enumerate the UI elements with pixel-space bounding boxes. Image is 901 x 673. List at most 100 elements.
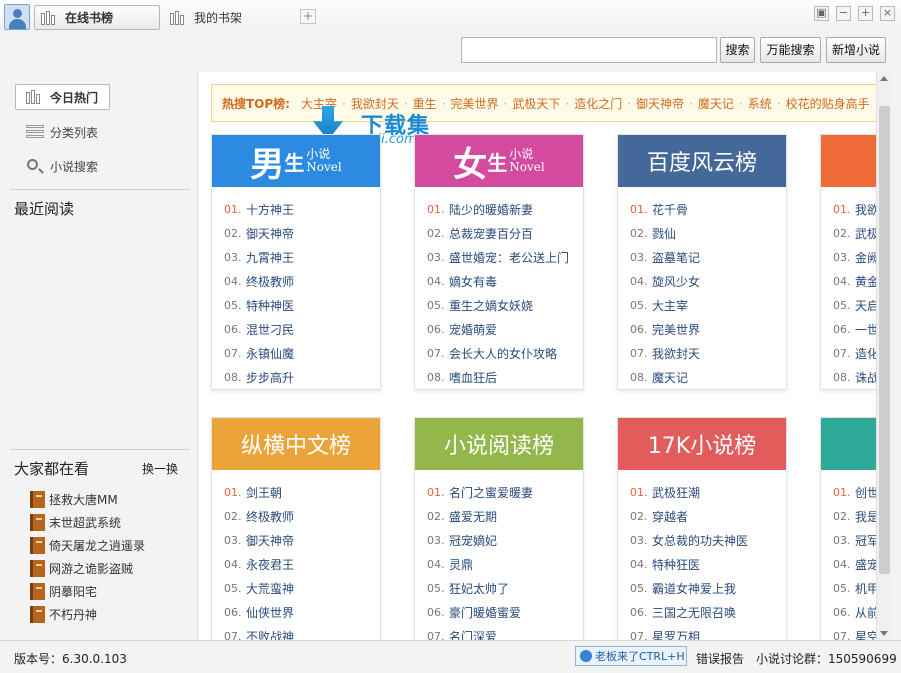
search-button[interactable]: 搜索 <box>720 37 755 63</box>
novel-search-link[interactable]: 小说搜索 <box>26 156 98 176</box>
list-item[interactable]: 07. 会长大人的女仆攻略 <box>427 341 583 365</box>
list-item[interactable]: 03. 九霄神王 <box>224 245 380 269</box>
list-item[interactable]: 06. 宠婚萌爱 <box>427 317 583 341</box>
list-item[interactable]: 01. 陆少的暖婚新妻 <box>427 197 583 221</box>
book-title-link[interactable]: 名门之蜜爱暖妻 <box>449 484 533 501</box>
scroll-down-icon[interactable] <box>880 631 888 636</box>
tab-online-rank[interactable]: 在线书榜 <box>34 5 160 30</box>
maximize-button[interactable]: + <box>858 6 873 21</box>
user-avatar[interactable] <box>4 4 30 30</box>
book-title-link[interactable]: 嫡女有毒 <box>449 273 497 290</box>
list-item[interactable]: 倚天屠龙之逍遥录 <box>30 535 145 555</box>
list-item[interactable]: 05. 特种神医 <box>224 293 380 317</box>
book-title-link[interactable]: 总裁宠妻百分百 <box>449 225 533 242</box>
today-hot-button[interactable]: 今日热门 <box>15 84 110 110</box>
list-item[interactable]: 08. 嗜血狂后 <box>427 365 583 389</box>
list-item[interactable]: 05. 天启 <box>833 293 876 317</box>
list-item[interactable]: 04. 特种狂医 <box>630 552 786 576</box>
universal-search-button[interactable]: 万能搜索 <box>760 37 821 63</box>
book-title-link[interactable]: 造化 <box>855 345 876 362</box>
book-title-link[interactable]: 重生之嫡女妖娆 <box>449 297 533 314</box>
list-item[interactable]: 02. 武极 <box>833 221 876 245</box>
list-item[interactable]: 02. 我是 <box>833 504 876 528</box>
error-report-link[interactable]: 错误报告 <box>696 650 744 667</box>
book-title-link[interactable]: 戮仙 <box>652 225 676 242</box>
list-item[interactable]: 05. 大荒蛮神 <box>224 576 380 600</box>
scroll-up-icon[interactable] <box>880 76 888 81</box>
list-item[interactable]: 02. 御天神帝 <box>224 221 380 245</box>
add-tab-button[interactable]: + <box>300 9 316 24</box>
book-title-link[interactable]: 仙侠世界 <box>246 604 294 621</box>
rank-card-header[interactable]: 创世 <box>821 418 876 470</box>
list-item[interactable]: 网游之诡影盗贼 <box>30 558 133 578</box>
list-item[interactable]: 07. 星空 <box>833 624 876 641</box>
hot-search-item[interactable]: 校花的贴身高手 <box>786 97 870 111</box>
list-item[interactable]: 04. 嫡女有毒 <box>427 269 583 293</box>
list-item[interactable]: 03. 盗墓笔记 <box>630 245 786 269</box>
list-item[interactable]: 04. 终极教师 <box>224 269 380 293</box>
rank-card-header[interactable]: 17K小说榜 <box>618 418 786 470</box>
book-title-link[interactable]: 十方神王 <box>246 201 294 218</box>
list-item[interactable]: 08. 步步高升 <box>224 365 380 389</box>
list-item[interactable]: 01. 我欲 <box>833 197 876 221</box>
list-item[interactable]: 06. 仙侠世界 <box>224 600 380 624</box>
list-item[interactable]: 07. 名门深爱 <box>427 624 583 641</box>
book-title-link[interactable]: 三国之无限召唤 <box>652 604 736 621</box>
list-item[interactable]: 01. 创世 <box>833 480 876 504</box>
book-title-link[interactable]: 花千骨 <box>652 201 688 218</box>
book-title-link[interactable]: 一世 <box>855 321 876 338</box>
book-title-link[interactable]: 陆少的暖婚新妻 <box>449 201 533 218</box>
list-item[interactable]: 02. 穿越者 <box>630 504 786 528</box>
book-title-link[interactable]: 豪门暖婚蜜爱 <box>449 604 521 621</box>
book-title-link[interactable]: 我是 <box>855 508 876 525</box>
book-title-link[interactable]: 盗墓笔记 <box>652 249 700 266</box>
book-title-link[interactable]: 剑王朝 <box>246 484 282 501</box>
list-item[interactable]: 07. 星罗万相 <box>630 624 786 641</box>
book-title-link[interactable]: 完美世界 <box>652 321 700 338</box>
book-title-link[interactable]: 灵鼎 <box>449 556 473 573</box>
list-item[interactable]: 04. 旋风少女 <box>630 269 786 293</box>
book-title-link[interactable]: 从前 <box>855 604 876 621</box>
book-title-link[interactable]: 御天神帝 <box>246 225 294 242</box>
rank-card-header[interactable]: 百度风云榜 <box>618 135 786 187</box>
list-item[interactable]: 07. 造化 <box>833 341 876 365</box>
list-item[interactable]: 07. 不败战神 <box>224 624 380 641</box>
list-item[interactable]: 07. 永镇仙魔 <box>224 341 380 365</box>
hot-search-item[interactable]: 魔天记 <box>698 97 734 111</box>
rank-card-header[interactable]: 纵横中文榜 <box>212 418 380 470</box>
vertical-scrollbar[interactable] <box>876 72 891 640</box>
list-item[interactable]: 06. 一世 <box>833 317 876 341</box>
hot-search-item[interactable]: 武极天下 <box>512 97 560 111</box>
list-item[interactable]: 不朽丹神 <box>30 604 97 624</box>
book-title-link[interactable]: 武极狂潮 <box>652 484 700 501</box>
rank-card-header[interactable]: 女生小说 Novel <box>415 135 583 187</box>
list-item[interactable]: 05. 重生之嫡女妖娆 <box>427 293 583 317</box>
list-item[interactable]: 01. 十方神王 <box>224 197 380 221</box>
close-button[interactable]: × <box>880 6 895 21</box>
list-item[interactable]: 04. 灵鼎 <box>427 552 583 576</box>
hot-search-item[interactable]: 完美世界 <box>451 97 499 111</box>
list-item[interactable]: 07. 我欲封天 <box>630 341 786 365</box>
list-item[interactable]: 01. 武极狂潮 <box>630 480 786 504</box>
book-title-link[interactable]: 会长大人的女仆攻略 <box>449 345 557 362</box>
book-title-link[interactable]: 武极 <box>855 225 876 242</box>
scroll-thumb[interactable] <box>879 106 890 574</box>
list-item[interactable]: 末世超武系统 <box>30 512 121 532</box>
book-title-link[interactable]: 特种狂医 <box>652 556 700 573</box>
book-title-link[interactable]: 盛世婚宠：老公送上门 <box>449 249 569 266</box>
list-item[interactable]: 04. 永夜君王 <box>224 552 380 576</box>
book-title-link[interactable]: 穿越者 <box>652 508 688 525</box>
list-item[interactable]: 03. 盛世婚宠：老公送上门 <box>427 245 583 269</box>
rank-card-header[interactable]: 起点 <box>821 135 876 187</box>
book-title-link[interactable]: 终极教师 <box>246 273 294 290</box>
book-title-link[interactable]: 天启 <box>855 297 876 314</box>
book-title-link[interactable]: 嗜血狂后 <box>449 369 497 386</box>
book-title-link[interactable]: 旋风少女 <box>652 273 700 290</box>
book-title-link[interactable]: 步步高升 <box>246 369 294 386</box>
book-title-link[interactable]: 名门深爱 <box>449 628 497 641</box>
book-title-link[interactable]: 盛宠 <box>855 556 876 573</box>
book-title-link[interactable]: 金阙 <box>855 249 876 266</box>
book-title-link[interactable]: 永镇仙魔 <box>246 345 294 362</box>
book-title-link[interactable]: 星罗万相 <box>652 628 700 641</box>
list-item[interactable]: 拯救大唐MM <box>30 489 118 509</box>
